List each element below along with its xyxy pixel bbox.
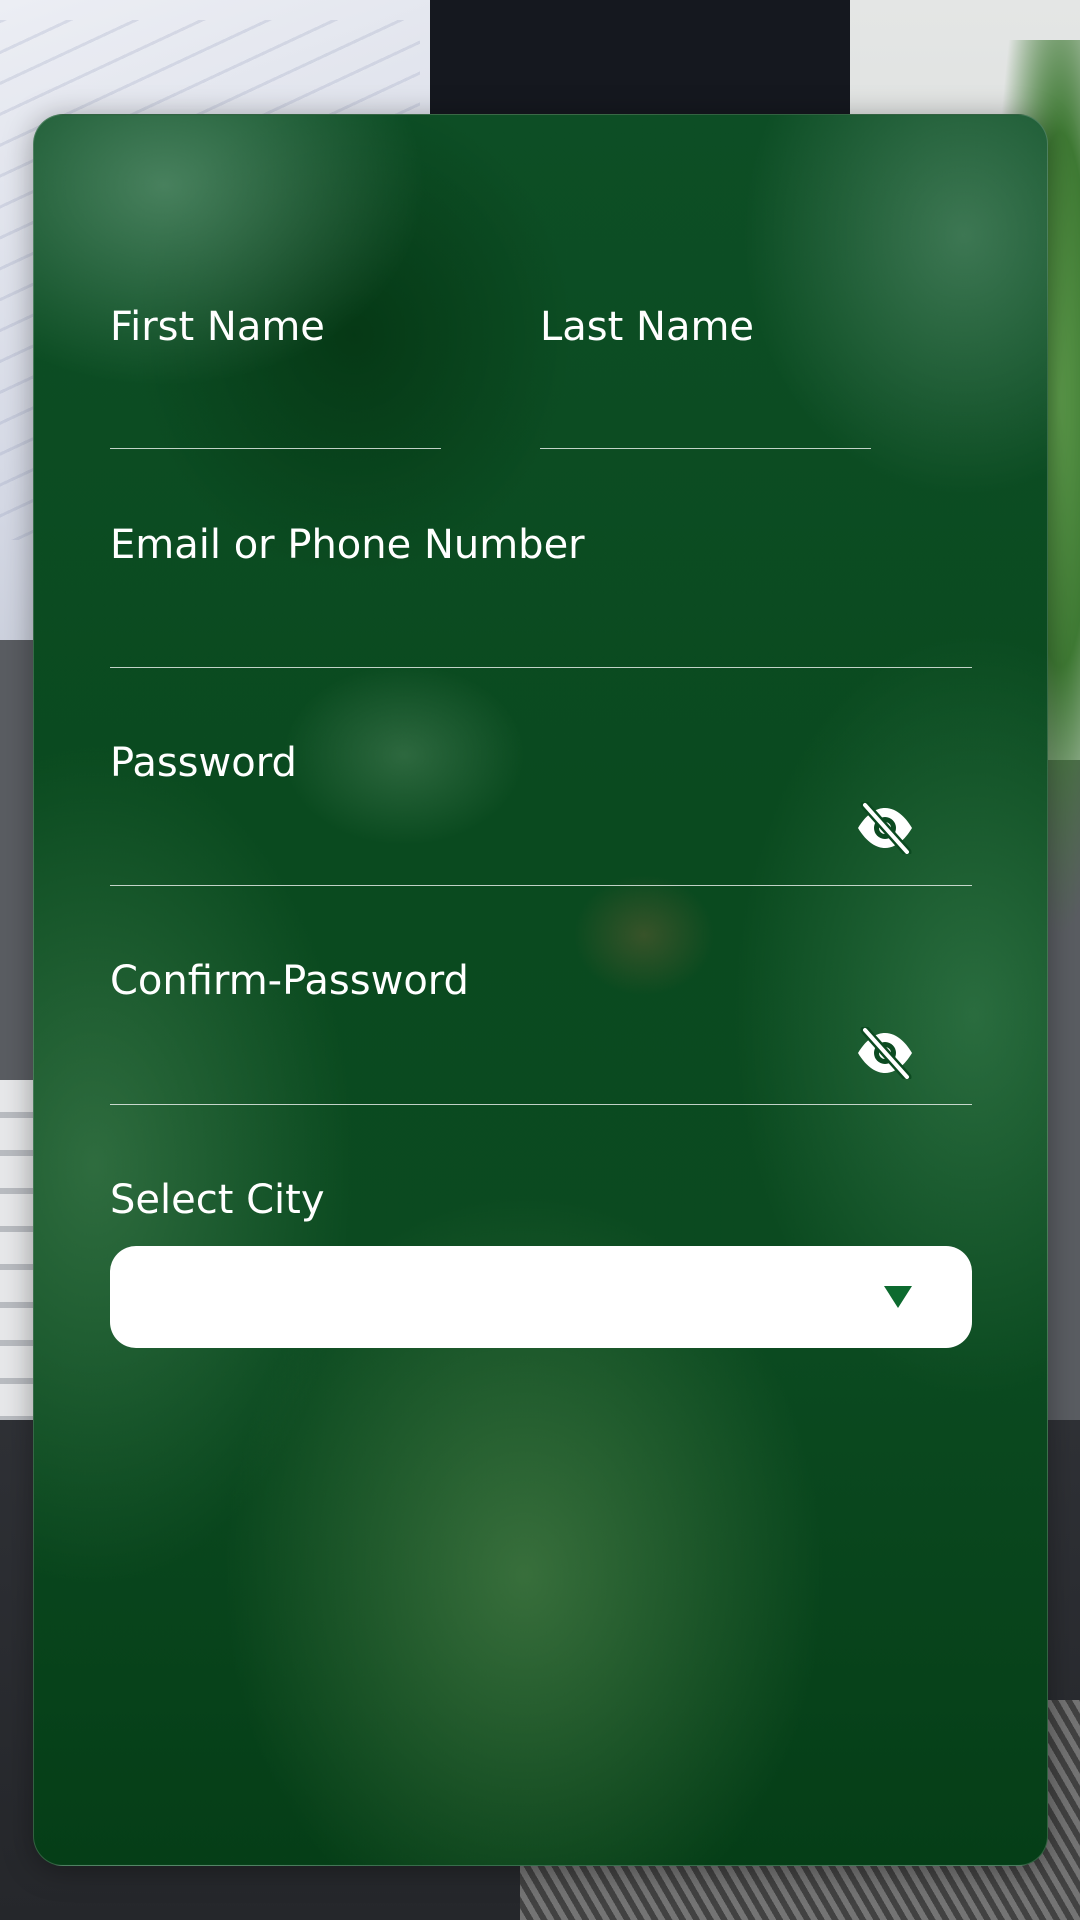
- first-name-label: First Name: [110, 304, 325, 350]
- caret-down-icon: [884, 1286, 912, 1308]
- first-name-input[interactable]: [110, 415, 440, 461]
- city-dropdown[interactable]: [110, 1246, 972, 1348]
- contact-input[interactable]: [110, 625, 972, 671]
- background-monitor: [430, 0, 860, 120]
- contact-label: Email or Phone Number: [110, 522, 585, 568]
- eye-off-icon: [858, 802, 912, 854]
- eye-off-icon: [858, 1027, 912, 1079]
- signup-card: First Name Last Name Email or Phone Numb…: [33, 114, 1048, 1866]
- password-underline: [110, 885, 972, 886]
- password-label: Password: [110, 740, 297, 786]
- confirm-password-visibility-toggle[interactable]: [853, 1025, 917, 1081]
- last-name-input[interactable]: [540, 415, 870, 461]
- last-name-label: Last Name: [540, 304, 755, 350]
- last-name-underline: [540, 448, 871, 449]
- contact-underline: [110, 667, 972, 668]
- first-name-underline: [110, 448, 441, 449]
- select-city-label: Select City: [110, 1177, 325, 1223]
- confirm-password-underline: [110, 1104, 972, 1105]
- confirm-password-label: Confirm-Password: [110, 958, 469, 1004]
- password-visibility-toggle[interactable]: [853, 800, 917, 856]
